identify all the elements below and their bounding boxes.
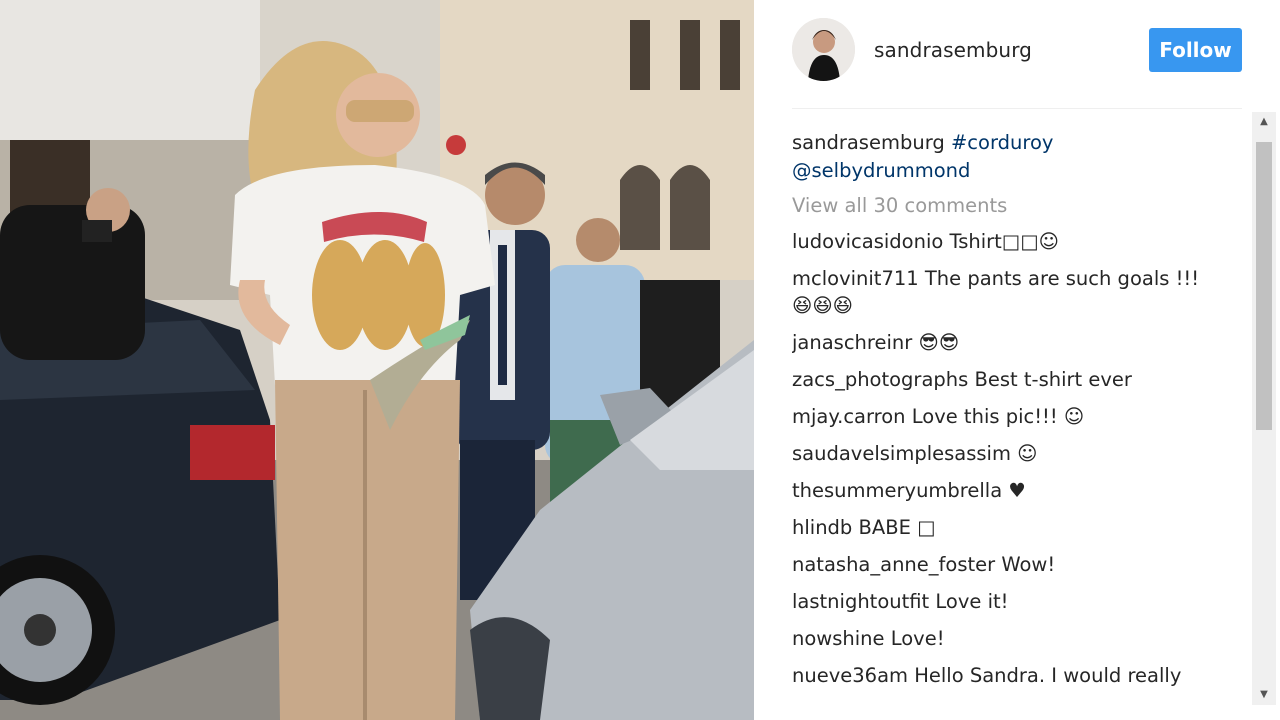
comment-item: zacs_photographs Best t-shirt ever — [792, 366, 1222, 393]
comment-text: Tshirt□□☺ — [949, 230, 1059, 253]
comment-user[interactable]: zacs_photographs — [792, 368, 968, 391]
post-sidebar: sandrasemburg Follow sandrasemburg #cord… — [754, 0, 1280, 720]
comment-user[interactable]: nueve36am — [792, 664, 908, 687]
comment-item: mclovinit711 The pants are such goals !!… — [792, 265, 1222, 319]
triangle-up-icon[interactable]: ▲ — [1252, 112, 1276, 132]
caption-mention[interactable]: @selbydrummond — [792, 159, 970, 182]
street-style-photo — [0, 0, 754, 720]
avatar-image — [792, 18, 855, 81]
comment-text: Best t-shirt ever — [974, 368, 1132, 391]
comment-text: 😎😎 — [918, 331, 960, 354]
caption-hashtag[interactable]: #corduroy — [951, 131, 1053, 154]
comment-user[interactable]: mclovinit711 — [792, 267, 919, 290]
header-divider — [792, 108, 1242, 109]
comment-user[interactable]: hlindb — [792, 516, 852, 539]
comment-user[interactable]: mjay.carron — [792, 405, 906, 428]
comment-item: hlindb BABE □ — [792, 514, 1222, 541]
follow-button[interactable]: Follow — [1149, 28, 1242, 72]
comment-user[interactable]: natasha_anne_foster — [792, 553, 995, 576]
comment-item: nueve36am Hello Sandra. I would really — [792, 662, 1222, 689]
comment-user[interactable]: saudavelsimplesassim — [792, 442, 1011, 465]
comment-item: thesummeryumbrella ♥ — [792, 477, 1222, 504]
comments-scrollbar[interactable]: ▲ ▼ — [1252, 112, 1276, 705]
author-username[interactable]: sandrasemburg — [874, 38, 1032, 62]
comment-item: natasha_anne_foster Wow! — [792, 551, 1222, 578]
comment-text: Love! — [890, 627, 945, 650]
comment-item: saudavelsimplesassim ☺ — [792, 440, 1222, 467]
caption-author[interactable]: sandrasemburg — [792, 131, 945, 154]
comment-text: BABE □ — [858, 516, 936, 539]
comment-text: Wow! — [1001, 553, 1056, 576]
comment-text: Hello Sandra. I would really — [914, 664, 1182, 687]
comment-user[interactable]: lastnightoutfit — [792, 590, 929, 613]
comment-item: mjay.carron Love this pic!!! ☺ — [792, 403, 1222, 430]
comment-user[interactable]: nowshine — [792, 627, 885, 650]
comment-text: Love it! — [935, 590, 1009, 613]
comment-item: janaschreinr 😎😎 — [792, 329, 1222, 356]
comment-item: nowshine Love! — [792, 625, 1222, 652]
comment-text: ♥ — [1008, 479, 1026, 502]
comment-item: ludovicasidonio Tshirt□□☺ — [792, 228, 1222, 255]
comment-text: ☺ — [1017, 442, 1038, 465]
comment-user[interactable]: thesummeryumbrella — [792, 479, 1002, 502]
post-photo[interactable] — [0, 0, 754, 720]
post-header: sandrasemburg Follow — [754, 0, 1280, 108]
comment-text: Love this pic!!! ☺ — [911, 405, 1085, 428]
comments-list[interactable]: sandrasemburg #corduroy @selbydrummond V… — [792, 129, 1222, 720]
comment-item: lastnightoutfit Love it! — [792, 588, 1222, 615]
scrollbar-thumb[interactable] — [1256, 142, 1272, 430]
comment-user[interactable]: janaschreinr — [792, 331, 912, 354]
comment-user[interactable]: ludovicasidonio — [792, 230, 943, 253]
view-all-comments-link[interactable]: View all 30 comments — [792, 192, 1222, 220]
avatar[interactable] — [792, 18, 855, 81]
triangle-down-icon[interactable]: ▼ — [1252, 685, 1276, 705]
post-caption: sandrasemburg #corduroy @selbydrummond — [792, 129, 1222, 185]
